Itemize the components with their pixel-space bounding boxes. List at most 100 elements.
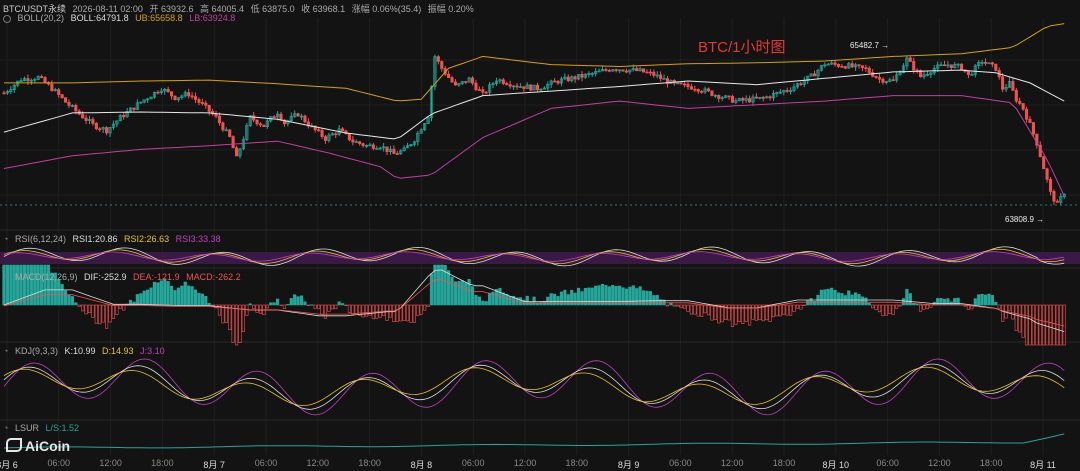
candle-body	[553, 80, 557, 83]
candle-body	[317, 129, 321, 132]
macd-histogram-bar	[488, 292, 492, 306]
candle-body	[453, 81, 457, 86]
macd-histogram-bar	[1011, 304, 1015, 320]
candle-body	[197, 99, 201, 103]
macd-histogram-bar	[323, 304, 328, 319]
macd-histogram-bar	[392, 304, 396, 322]
macd-histogram-bar	[299, 295, 304, 306]
macd-histogram-bar	[652, 295, 656, 306]
lsur-name: LSUR	[14, 423, 39, 433]
macd-histogram-bar	[200, 293, 204, 306]
boll-legend[interactable]: BOLL(20,2) BOLL:64791.8 UB:65658.8 LB:63…	[3, 13, 239, 23]
macd-histogram-bar	[2, 264, 6, 306]
kdj-name: KDJ(9,3,3)	[14, 346, 58, 356]
candle-body	[761, 96, 765, 99]
candle-body	[1001, 76, 1005, 90]
macd-histogram-bar	[922, 304, 926, 310]
macd-legend[interactable]: ◔ MACD(12,26,9) DIF:-252.9 DEA:-121.9 MA…	[3, 272, 245, 282]
macd-histogram-bar	[823, 289, 827, 306]
macd-histogram-bar	[1001, 304, 1005, 322]
macd-histogram-bar	[166, 281, 170, 306]
macd-histogram-bar	[864, 297, 868, 306]
macd-histogram-bar	[296, 296, 300, 306]
x-tick-label: 8月 8	[410, 460, 433, 470]
macd-histogram-bar	[142, 290, 146, 306]
macd-histogram-bar	[901, 298, 906, 306]
candle-body	[1042, 156, 1046, 170]
candle-body	[1014, 89, 1018, 102]
bell-icon[interactable]: ◔	[3, 423, 8, 433]
macd-histogram-bar	[98, 304, 102, 325]
candle-body	[1045, 168, 1049, 180]
macd-histogram-bar	[84, 304, 88, 315]
candle-body	[258, 123, 263, 126]
candle-body	[375, 148, 379, 150]
macd-histogram-bar	[12, 264, 16, 306]
rsi-name: RSI(6,12,24)	[14, 234, 66, 244]
low-callout: 63808.9 →	[1005, 215, 1045, 224]
candle-body	[501, 79, 505, 84]
kdj-pane	[3, 358, 1065, 416]
candle-body	[358, 141, 362, 145]
macd-histogram-bar	[833, 289, 837, 306]
macd-histogram-bar	[1014, 304, 1018, 331]
macd-histogram-bar	[631, 285, 635, 306]
eye-icon[interactable]	[3, 14, 11, 23]
candle-body	[768, 96, 772, 99]
candle-body	[450, 77, 454, 83]
aicoin-logo-icon	[6, 438, 22, 452]
macd-name: MACD(12,26,9)	[14, 272, 78, 282]
macd-histogram-bar	[713, 304, 717, 320]
x-tick-label: 8月 9	[617, 460, 640, 470]
bell-icon[interactable]: ◔	[3, 272, 8, 282]
x-tick-label: 8月 11	[1030, 460, 1056, 470]
macd-histogram-bar	[812, 300, 817, 306]
candle-body	[200, 102, 204, 104]
macd-histogram-bar	[337, 301, 341, 306]
candle-body	[754, 96, 758, 99]
macd-histogram-bar	[604, 285, 608, 306]
candle-body	[1052, 191, 1056, 202]
macd-histogram-bar	[70, 296, 74, 306]
candle-body	[60, 94, 64, 99]
macd-histogram-bar	[973, 298, 977, 306]
macd-histogram-bar	[81, 304, 85, 312]
macd-histogram-bar	[46, 264, 51, 306]
candle-body	[1028, 118, 1032, 123]
kdj-j-line	[3, 358, 1065, 416]
candle-body	[204, 102, 208, 106]
macd-histogram-bar	[245, 304, 249, 316]
d-value: D:14.93	[102, 346, 134, 356]
macd-histogram-bar	[744, 304, 748, 322]
macd-histogram-bar	[997, 304, 1001, 309]
lsur-legend[interactable]: ◔ LSUR L/S:1.52	[3, 423, 83, 433]
macd-histogram-bar	[614, 286, 618, 306]
rsi2-value: RSI2:26.63	[124, 234, 170, 244]
candle-body	[710, 90, 714, 96]
macd-histogram-bar	[180, 285, 184, 306]
candle-body	[556, 81, 560, 84]
macd-histogram-bar	[710, 304, 714, 321]
macd-histogram-bar	[792, 304, 796, 312]
macd-histogram-bar	[895, 304, 899, 309]
candle-body	[221, 122, 225, 131]
bell-icon[interactable]: ◔	[3, 234, 8, 244]
bell-icon[interactable]: ◔	[3, 346, 8, 356]
macd-histogram-bar	[508, 296, 512, 306]
candle-body	[50, 83, 54, 91]
j-value: J:3.10	[140, 346, 165, 356]
macd-histogram-bar	[1045, 304, 1049, 346]
macd-histogram-bar	[929, 304, 933, 308]
macd-histogram-bar	[152, 281, 157, 306]
macd-histogram-bar	[163, 278, 167, 306]
macd-histogram-bar	[696, 304, 700, 317]
macd-histogram-bar	[1007, 304, 1012, 311]
candle-body	[2, 92, 6, 95]
change-label: 涨幅 0.06%(35.4)	[351, 4, 422, 14]
rsi-legend[interactable]: ◔ RSI(6,12,24) RSI1:20.86 RSI2:26.63 RSI…	[3, 234, 225, 244]
macd-histogram-bar	[477, 296, 481, 306]
macd-histogram-bar	[1031, 304, 1036, 346]
macd-histogram-bar	[847, 290, 851, 306]
x-tick-label: 18:00	[979, 458, 1003, 468]
kdj-legend[interactable]: ◔ KDJ(9,3,3) K:10.99 D:14.93 J:3.10	[3, 346, 169, 356]
